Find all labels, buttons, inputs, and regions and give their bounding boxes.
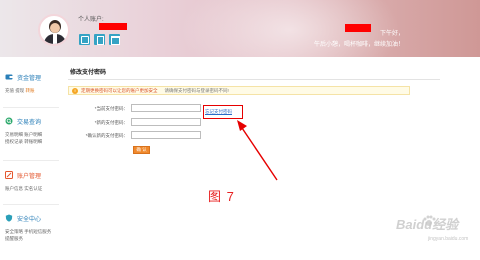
watermark-url: jingyan.baidu.com [428, 236, 469, 242]
watermark-logo: Baidu经验 [396, 217, 459, 232]
figure-label: 图 7 [208, 189, 235, 204]
